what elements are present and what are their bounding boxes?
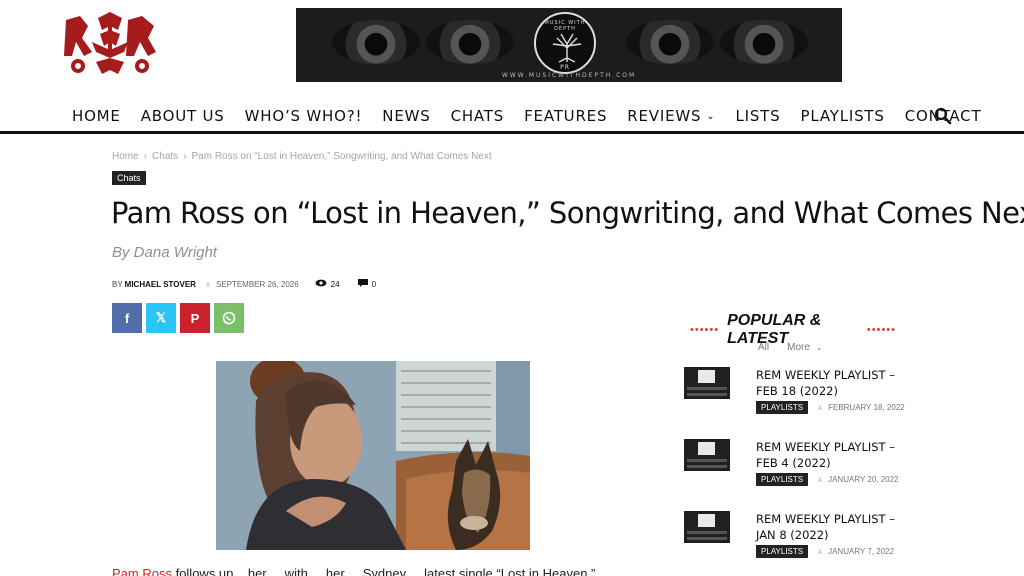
post-meta: PLAYLISTS x FEBRUARY 18, 2022 [756,401,905,414]
eye-icon [315,279,327,289]
view-count: 24 [330,279,340,289]
post-category-tag[interactable]: PLAYLISTS [756,401,809,414]
post-title[interactable]: REM WEEKLY PLAYLIST – FEB 18 (2022) [756,367,904,399]
sidebar-title-dots-right: •••••• [866,324,896,336]
banner-eye-left-2 [426,20,514,64]
banner-url: WWW.MUSICWITHDEPTH.COM [501,72,637,79]
artist-link[interactable]: Pam Ross [112,566,172,576]
sidebar-post[interactable]: REM WEEKLY PLAYLIST – JAN 8 (2022) PLAYL… [684,511,904,571]
x-twitter-icon: 𝕏 [155,310,167,325]
post-date: JANUARY 20, 2022 [828,475,899,484]
post-meta: PLAYLISTS x JANUARY 20, 2022 [756,473,899,486]
nav-features[interactable]: FEATURES [514,107,617,125]
meta-separator: x [205,279,210,289]
banner-eye-right-2 [720,20,808,64]
post-title[interactable]: REM WEEKLY PLAYLIST – FEB 4 (2022) [756,439,904,471]
breadcrumb: Home › Chats › Pam Ross on “Lost in Heaven,”… [112,151,492,162]
post-category-tag[interactable]: PLAYLISTS [756,473,809,486]
banner-eye-left [332,20,420,64]
featured-image [216,361,530,550]
site-logo[interactable] [62,12,158,76]
whatsapp-share-button[interactable] [214,303,244,333]
category-tag[interactable]: Chats [112,171,146,185]
first-line-text: follows up... her ... with ... her ... S… [171,566,610,576]
nav-about-us[interactable]: ABOUT US [131,107,235,125]
post-date: JANUARY 7, 2022 [828,547,895,556]
post-thumbnail[interactable] [684,367,730,399]
comment-icon[interactable] [357,279,368,289]
sidebar-post[interactable]: REM WEEKLY PLAYLIST – FEB 4 (2022) PLAYL… [684,439,904,499]
meta-separator: x [818,403,823,412]
meta-separator: x [818,547,823,556]
nav-whos-who[interactable]: WHO’S WHO?! [235,107,373,125]
breadcrumb-separator-icon: › [183,151,187,162]
facebook-icon: f [124,310,130,326]
breadcrumb-current: Pam Ross on “Lost in Heaven,” Songwritin… [191,151,492,162]
article-date: SEPTEMBER 26, 2026 [215,279,299,289]
breadcrumb-home[interactable]: Home [112,151,139,162]
banner-badge-initials: PR [560,64,570,71]
nav-home[interactable]: HOME [62,107,131,125]
meta-separator: x [818,475,823,484]
header-banner[interactable]: MUSIC WITH DEPTH PR WWW.MUSICWITHDEPTH.C… [296,8,842,82]
nav-news[interactable]: NEWS [372,107,440,125]
comment-count[interactable]: 0 [372,280,376,289]
nav-lists[interactable]: LISTS [725,107,790,125]
post-thumbnail[interactable] [684,439,730,471]
breadcrumb-chats[interactable]: Chats [152,151,178,162]
breadcrumb-separator-icon: › [143,151,148,162]
filter-more[interactable]: More [787,342,810,353]
banner-eye-right [626,20,714,64]
filter-all[interactable]: All [758,342,769,353]
twitter-share-button[interactable]: 𝕏 [146,303,176,333]
tree-icon [552,33,582,63]
share-buttons: f 𝕏 P [112,303,244,333]
nav-chats[interactable]: CHATS [441,107,515,125]
pinterest-icon: P [190,310,200,326]
nav-reviews[interactable]: REVIEWS ⌄ [617,107,725,125]
chevron-down-icon[interactable]: ⌄ [816,343,823,352]
sidebar-post[interactable]: REM WEEKLY PLAYLIST – FEB 18 (2022) PLAY… [684,367,905,427]
article-meta: BY MICHAEL STOVER x SEPTEMBER 26, 2026 2… [112,279,376,289]
page-title: Pam Ross on “Lost in Heaven,” Songwritin… [111,196,1024,230]
by-label: BY [112,279,123,289]
post-category-tag[interactable]: PLAYLISTS [756,545,809,558]
author-link[interactable]: MICHAEL STOVER [125,280,196,289]
pinterest-share-button[interactable]: P [180,303,210,333]
article-first-line: Pam Ross follows up... her ... with ... … [112,566,610,576]
facebook-share-button[interactable]: f [112,303,142,333]
banner-badge: MUSIC WITH DEPTH PR [534,12,596,74]
post-meta: PLAYLISTS x JANUARY 7, 2022 [756,545,894,558]
nav-playlists[interactable]: PLAYLISTS [790,107,894,125]
chevron-down-icon: ⌄ [706,110,716,122]
sidebar-filters: All More ⌄ [758,342,823,353]
whatsapp-icon [222,311,236,325]
post-title[interactable]: REM WEEKLY PLAYLIST – JAN 8 (2022) [756,511,904,543]
search-icon[interactable] [934,107,952,125]
post-thumbnail[interactable] [684,511,730,543]
article-subtitle: By Dana Wright [112,244,218,261]
post-date: FEBRUARY 18, 2022 [828,403,905,412]
main-nav: HOME ABOUT US WHO’S WHO?! NEWS CHATS FEA… [0,98,1024,134]
sidebar-title-dots-left: •••••• [690,324,720,336]
